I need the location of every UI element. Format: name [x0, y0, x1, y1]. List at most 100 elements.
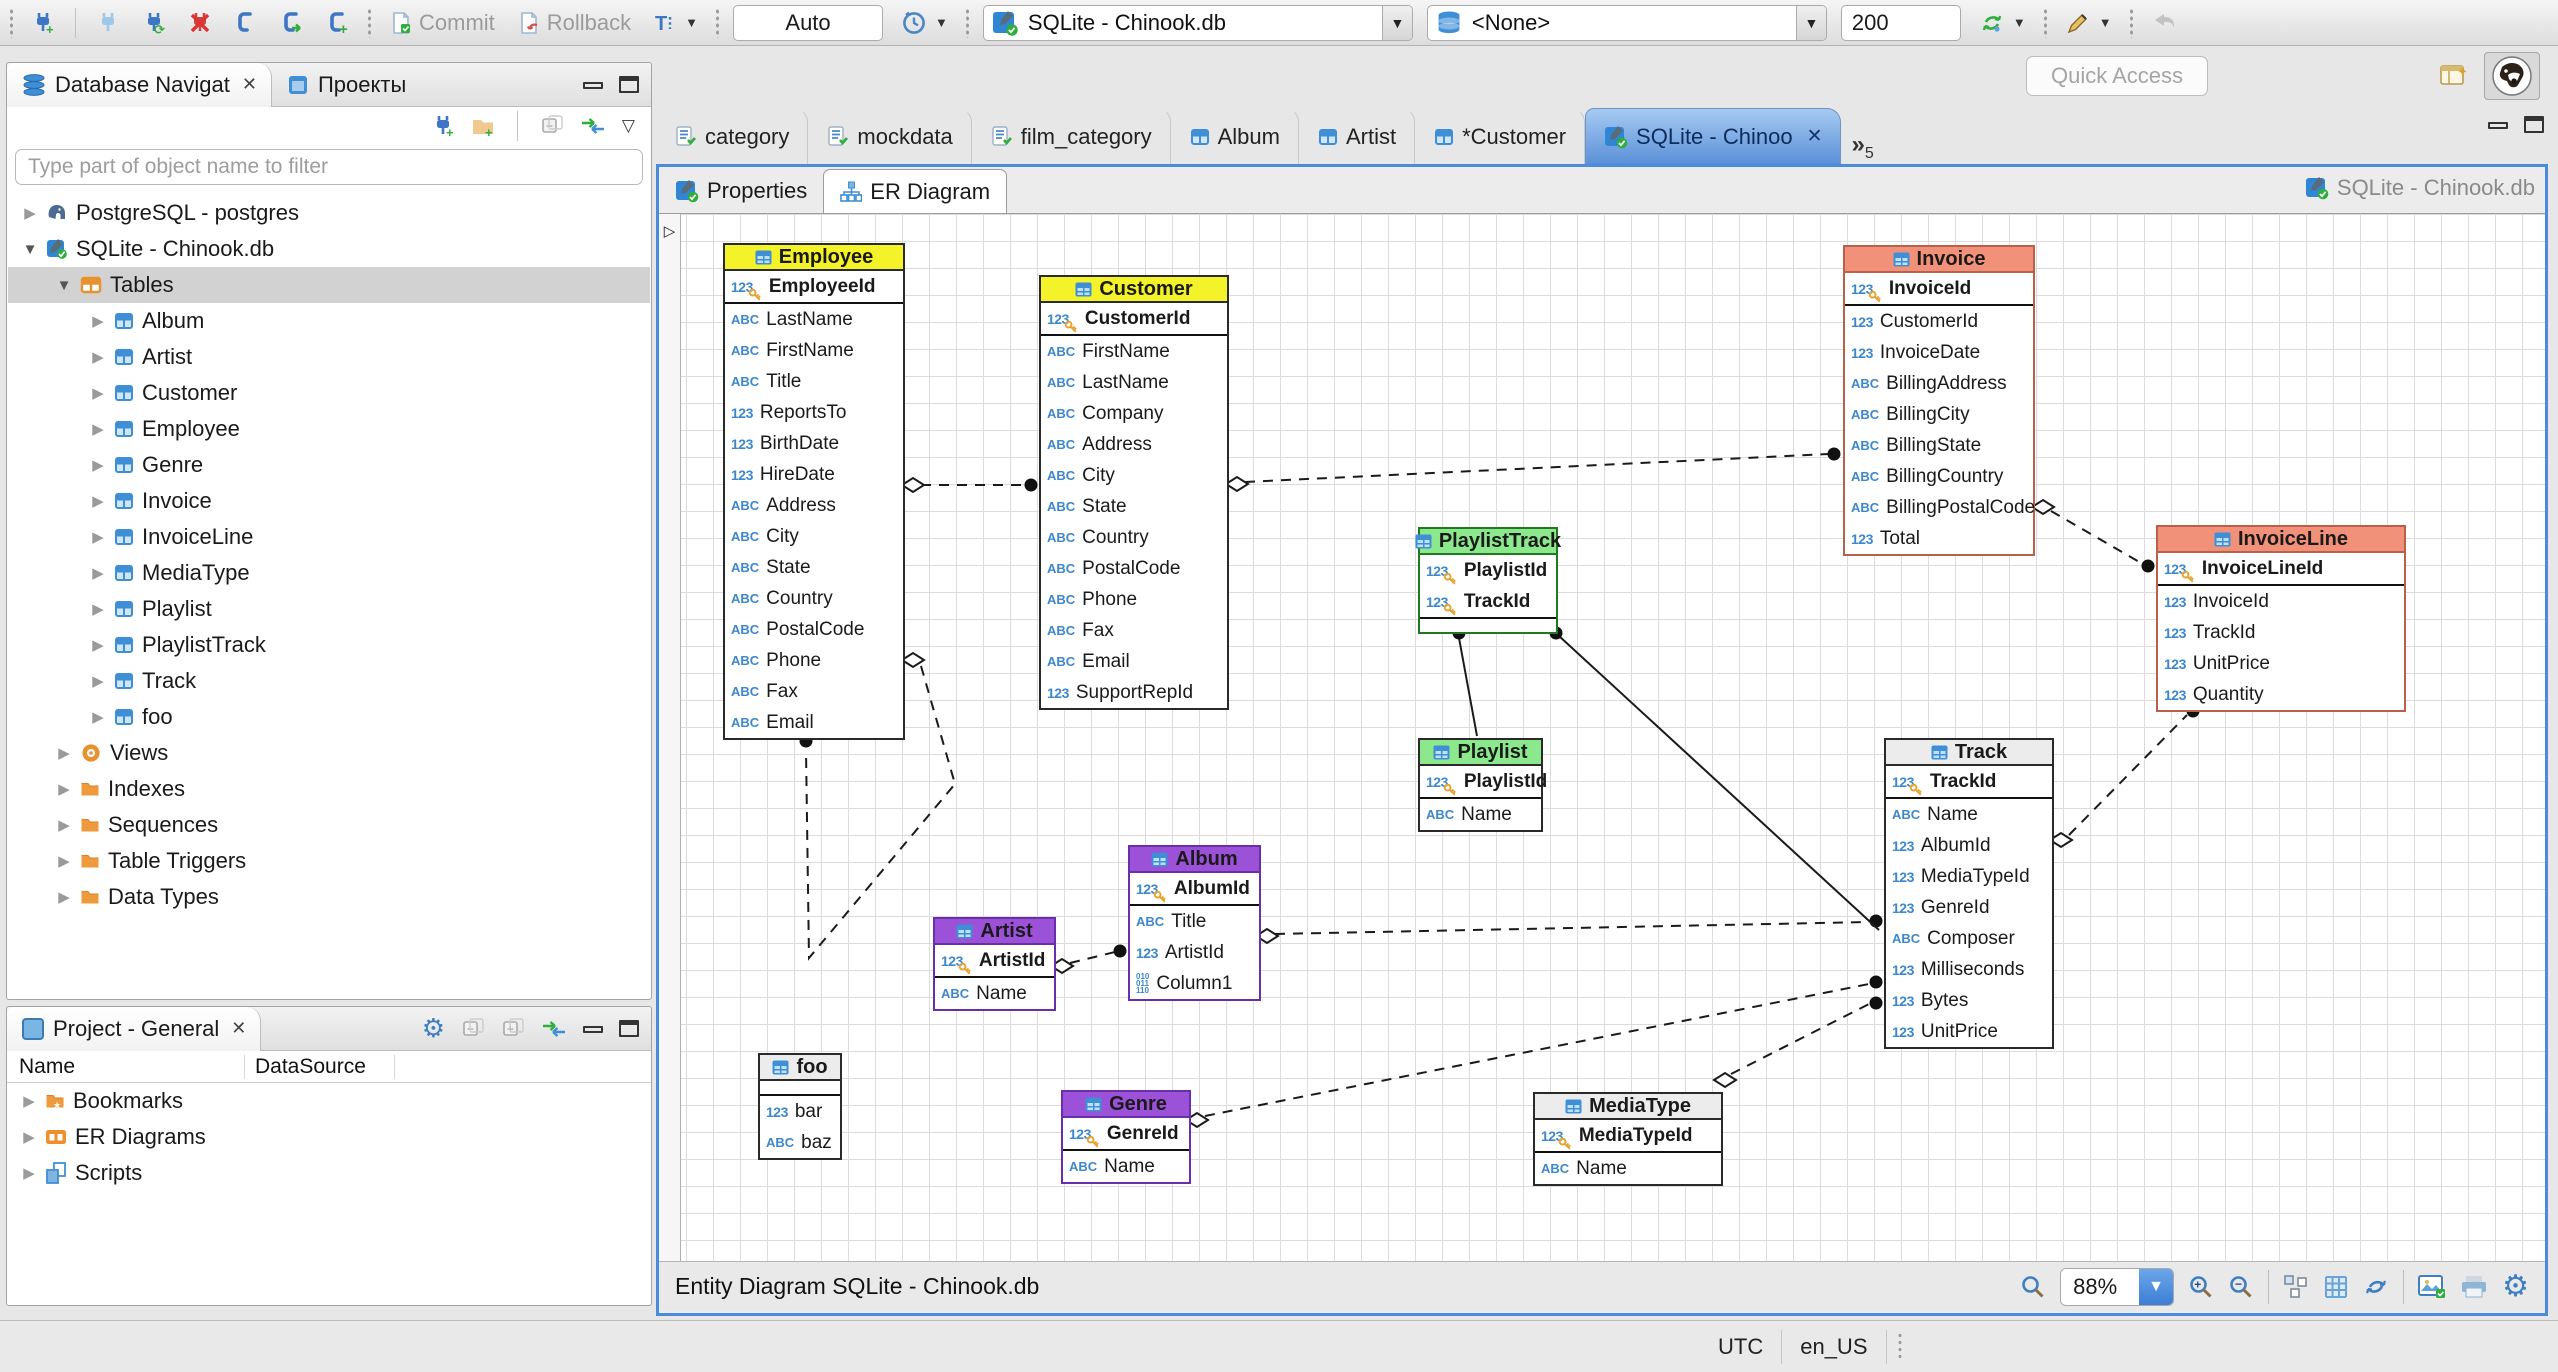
inner-tab-er-diagram[interactable]: ER Diagram	[823, 169, 1008, 213]
chevron-collapsed-icon[interactable]: ▶	[90, 348, 106, 366]
close-icon[interactable]: ✕	[1807, 125, 1823, 148]
quick-access-input[interactable]: Quick Access	[2026, 56, 2208, 96]
tab-overflow-button[interactable]: »5	[1851, 133, 1873, 164]
entity-header[interactable]: Customer	[1041, 277, 1227, 303]
chevron-expanded-icon[interactable]: ▼	[22, 241, 38, 258]
column-company[interactable]: ABC Company	[1041, 398, 1227, 429]
column-country[interactable]: ABC Country	[725, 583, 903, 614]
entity-header[interactable]: Employee	[725, 245, 903, 271]
column-lastname[interactable]: ABC LastName	[1041, 367, 1227, 398]
rollback-button[interactable]: Rollback	[513, 4, 635, 42]
fetch-size-input[interactable]: 200	[1840, 4, 1961, 41]
column-lastname[interactable]: ABC LastName	[725, 304, 903, 335]
column-city[interactable]: ABC City	[1041, 460, 1227, 491]
column-column1[interactable]: 010 011 110 Column1	[1130, 968, 1259, 999]
column-albumid[interactable]: 123 AlbumId	[1130, 873, 1259, 904]
print-icon[interactable]	[2460, 1274, 2488, 1300]
disconnect-button[interactable]	[184, 4, 216, 42]
chevron-collapsed-icon[interactable]: ▶	[90, 600, 106, 618]
column-state[interactable]: ABC State	[1041, 491, 1227, 522]
relation-line[interactable]	[1274, 921, 1870, 935]
column-phone[interactable]: ABC Phone	[725, 645, 903, 676]
column-firstname[interactable]: ABC FirstName	[725, 335, 903, 366]
column-customerid[interactable]: 123 CustomerId	[1041, 303, 1227, 334]
connection-dropdown-button[interactable]: ▼	[1381, 5, 1412, 40]
view-menu-icon[interactable]: ▽	[622, 116, 635, 136]
relation-line[interactable]	[2050, 510, 2142, 564]
close-icon[interactable]: ✕	[231, 1018, 246, 1039]
new-connection-icon[interactable]: +	[431, 114, 455, 138]
relation-line[interactable]	[1730, 1003, 1870, 1075]
column-state[interactable]: ABC State	[725, 552, 903, 583]
er-diagram-canvas[interactable]: ▷ Employee 123 EmployeeId ABC LastName ABC…	[659, 213, 2545, 1261]
txmode-combo[interactable]: Auto	[733, 4, 884, 41]
link-with-editor-icon[interactable]	[580, 115, 606, 137]
entity-header[interactable]: MediaType	[1535, 1094, 1721, 1120]
relation-line[interactable]	[1069, 951, 1116, 964]
column-mediatypeid[interactable]: 123 MediaTypeId	[1535, 1120, 1721, 1151]
column-composer[interactable]: ABC Composer	[1886, 923, 2052, 954]
open-perspective-icon[interactable]: ✦	[2440, 62, 2470, 90]
project-item-scripts[interactable]: ▶ Scripts	[7, 1155, 651, 1191]
refresh-diagram-icon[interactable]	[2363, 1274, 2389, 1300]
entity-genre[interactable]: Genre 123 GenreId ABC Name	[1061, 1090, 1191, 1184]
column-billingpostalcode[interactable]: ABC BillingPostalCode	[1845, 492, 2035, 523]
relation-line[interactable]	[1458, 637, 1478, 737]
back-history-button[interactable]	[2147, 4, 2183, 42]
column-milliseconds[interactable]: 123 Milliseconds	[1886, 954, 2052, 985]
tree-item-indexes[interactable]: ▶ Indexes	[8, 771, 650, 807]
editor-tab-artist[interactable]: Artist	[1299, 108, 1416, 164]
tree-item-playlist[interactable]: ▶ Playlist	[8, 591, 650, 627]
column-total[interactable]: 123 Total	[1845, 523, 2033, 554]
project-item-er-diagrams[interactable]: ▶ ER Diagrams	[7, 1119, 651, 1155]
chevron-collapsed-icon[interactable]: ▶	[56, 780, 72, 798]
column-name[interactable]: ABC Name	[1535, 1153, 1721, 1184]
save-image-icon[interactable]	[2418, 1274, 2446, 1300]
entity-employee[interactable]: Employee 123 EmployeeId ABC LastName ABC F…	[723, 243, 905, 740]
column-billingstate[interactable]: ABC BillingState	[1845, 430, 2033, 461]
previous-transactions-button[interactable]: ▼	[897, 4, 952, 42]
zoom-dropdown-button[interactable]: ▼	[2139, 1268, 2174, 1305]
relation-line[interactable]	[1558, 635, 1880, 931]
column-mediatypeid[interactable]: 123 MediaTypeId	[1886, 861, 2052, 892]
connect-button[interactable]	[92, 4, 124, 42]
minimize-icon[interactable]	[583, 82, 603, 89]
column-name[interactable]: ABC Name	[935, 978, 1054, 1009]
column-invoicedate[interactable]: 123 InvoiceDate	[1845, 337, 2033, 368]
diagram-settings-gear-icon[interactable]: ⚙	[2502, 1269, 2529, 1304]
column-datasource[interactable]: DataSource	[245, 1054, 395, 1079]
entity-playlisttrack[interactable]: PlaylistTrack 123 PlaylistId 123 TrackId	[1415, 527, 1561, 634]
chevron-collapsed-icon[interactable]: ▶	[56, 816, 72, 834]
tree-item-invoice[interactable]: ▶ Invoice	[8, 483, 650, 519]
entity-header[interactable]: InvoiceLine	[2158, 527, 2404, 553]
entity-invoiceline[interactable]: InvoiceLine 123 InvoiceLineId 123 Invoice…	[2156, 525, 2406, 712]
commit-button[interactable]: Commit	[385, 4, 499, 42]
column-unitprice[interactable]: 123 UnitPrice	[2158, 648, 2404, 679]
zoom-in-icon[interactable]: +	[2188, 1274, 2214, 1300]
tree-item-invoiceline[interactable]: ▶ InvoiceLine	[8, 519, 650, 555]
column-city[interactable]: ABC City	[725, 521, 903, 552]
relation-line[interactable]	[2068, 714, 2188, 836]
editor-tab-category[interactable]: category	[656, 108, 809, 164]
column-employeeid[interactable]: 123 EmployeeId	[725, 271, 903, 302]
column-birthdate[interactable]: 123 BirthDate	[725, 428, 903, 459]
editor-tab-album[interactable]: Album	[1171, 108, 1299, 164]
tree-item-foo[interactable]: ▶ foo	[8, 699, 650, 735]
tree-item-views[interactable]: ▶ Views	[8, 735, 650, 771]
auto-layout-icon[interactable]	[2283, 1274, 2309, 1300]
editor-tab-sqlite-chinoo[interactable]: SQLite - Chinoo ✕	[1585, 108, 1842, 164]
column-name[interactable]: ABC Name	[1886, 799, 2052, 830]
column-postalcode[interactable]: ABC PostalCode	[1041, 553, 1227, 584]
collapse-all-icon[interactable]: −	[461, 1017, 485, 1041]
column-country[interactable]: ABC Country	[1041, 522, 1227, 553]
column-bar[interactable]: 123 bar	[760, 1096, 840, 1127]
entity-header[interactable]: Artist	[935, 919, 1054, 945]
tree-item-data-types[interactable]: ▶ Data Types	[8, 879, 650, 915]
transaction-commit-button[interactable]	[276, 4, 308, 42]
entity-album[interactable]: Album 123 AlbumId ABC Title 123 ArtistId 01…	[1128, 845, 1261, 1001]
entity-header[interactable]: Album	[1130, 847, 1259, 873]
toggle-grid-icon[interactable]	[2323, 1274, 2349, 1300]
tab-project-general[interactable]: Project - General ✕	[7, 1006, 262, 1051]
column-trackid[interactable]: 123 TrackId	[2158, 617, 2404, 648]
column-billingcountry[interactable]: ABC BillingCountry	[1845, 461, 2033, 492]
